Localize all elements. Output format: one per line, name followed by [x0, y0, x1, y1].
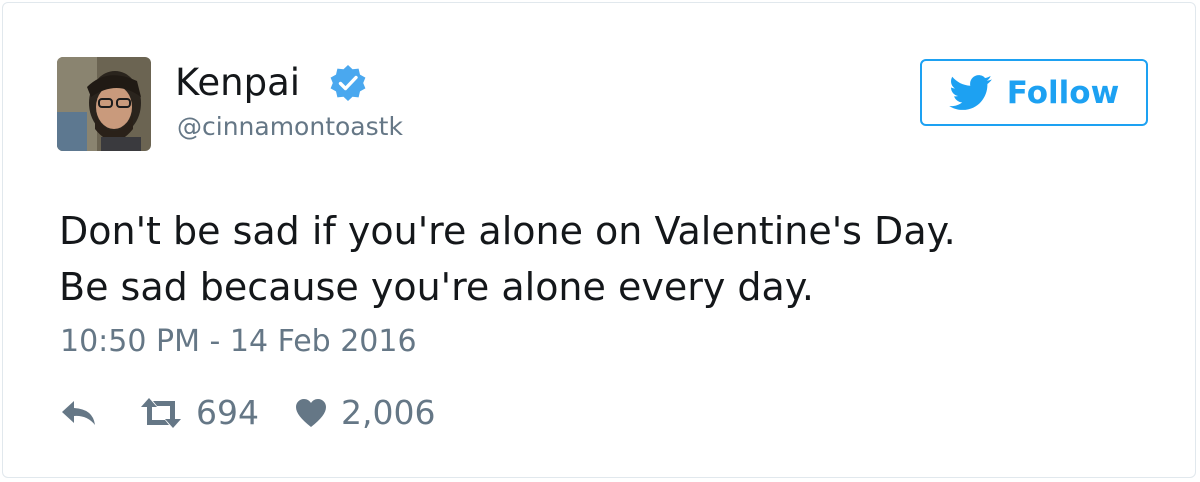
- like-count: 2,006: [341, 393, 436, 432]
- retweet-button[interactable]: 694: [138, 393, 259, 433]
- reply-button[interactable]: [60, 398, 138, 428]
- heart-icon: [296, 399, 326, 427]
- tweet-text-line: Don't be sad if you're alone on Valentin…: [59, 209, 956, 253]
- tweet-timestamp[interactable]: 10:50 PM - 14 Feb 2016: [60, 324, 417, 360]
- retweet-count: 694: [196, 393, 259, 432]
- user-handle[interactable]: @cinnamontoastk: [177, 112, 403, 142]
- tweet-text: Don't be sad if you're alone on Valentin…: [59, 203, 956, 315]
- follow-button[interactable]: Follow: [920, 59, 1148, 126]
- verified-badge-icon: [330, 65, 366, 101]
- retweet-icon: [141, 398, 181, 428]
- reply-icon: [62, 401, 95, 425]
- display-name[interactable]: Kenpai: [175, 61, 300, 105]
- tweet-text-line: Be sad because you're alone every day.: [59, 265, 814, 309]
- tweet-card: Kenpai @cinnamontoastk Follow Don't be s…: [2, 2, 1196, 478]
- tweet-actions: 694 2,006: [60, 391, 435, 435]
- twitter-bird-icon: [949, 74, 992, 110]
- avatar-photo: [57, 57, 151, 151]
- follow-label: Follow: [1006, 74, 1120, 111]
- avatar[interactable]: [57, 57, 151, 151]
- like-button[interactable]: 2,006: [295, 393, 435, 433]
